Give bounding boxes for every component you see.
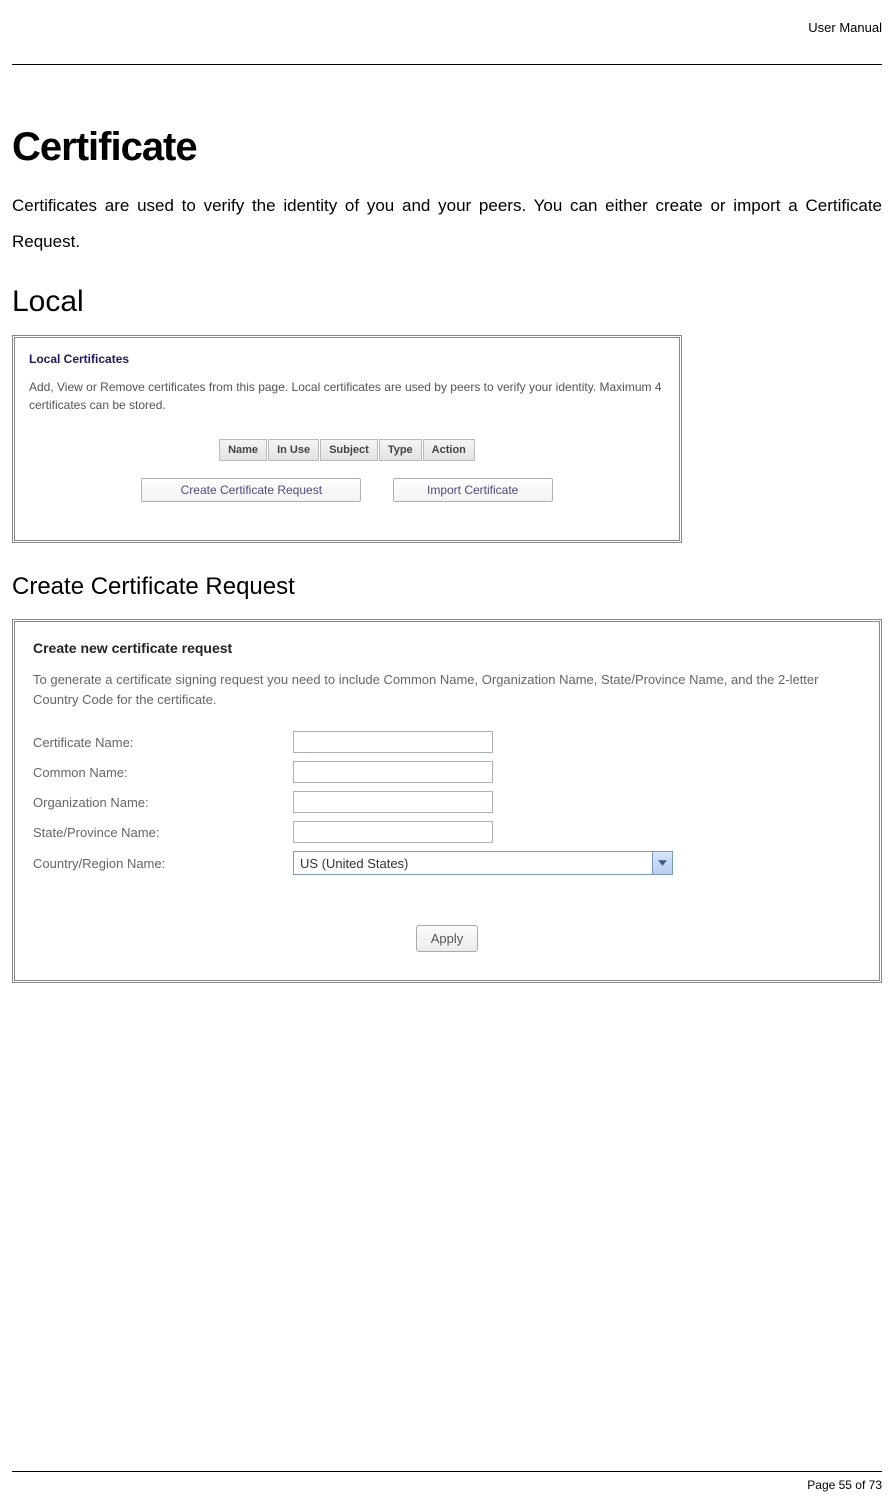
label-country-name: Country/Region Name: <box>33 856 293 871</box>
certificates-table: Name In Use Subject Type Action <box>218 438 476 462</box>
header-divider <box>12 64 882 65</box>
state-name-input[interactable] <box>293 821 493 843</box>
intro-text: Certificates are used to verify the iden… <box>12 188 882 259</box>
country-select[interactable]: US (United States) <box>293 851 673 875</box>
col-name: Name <box>219 439 267 461</box>
panel1-title: Local Certificates <box>29 352 665 366</box>
footer-divider <box>12 1471 882 1472</box>
page-title: Certificate <box>12 125 882 170</box>
label-org-name: Organization Name: <box>33 795 293 810</box>
create-cert-request-button[interactable]: Create Certificate Request <box>141 478 361 502</box>
col-subject: Subject <box>320 439 378 461</box>
label-cert-name: Certificate Name: <box>33 735 293 750</box>
panel1-desc: Add, View or Remove certificates from th… <box>29 378 665 414</box>
panel2-title: Create new certificate request <box>33 640 861 656</box>
label-state-name: State/Province Name: <box>33 825 293 840</box>
panel2-desc: To generate a certificate signing reques… <box>33 670 861 709</box>
col-action: Action <box>423 439 475 461</box>
section-local-heading: Local <box>12 285 882 319</box>
col-inuse: In Use <box>268 439 319 461</box>
organization-name-input[interactable] <box>293 791 493 813</box>
page-number: Page 55 of 73 <box>807 1478 882 1492</box>
import-cert-button[interactable]: Import Certificate <box>393 478 553 502</box>
certificate-name-input[interactable] <box>293 731 493 753</box>
common-name-input[interactable] <box>293 761 493 783</box>
country-select-value: US (United States) <box>300 856 408 871</box>
section-create-heading: Create Certificate Request <box>12 573 882 601</box>
label-common-name: Common Name: <box>33 765 293 780</box>
col-type: Type <box>379 439 422 461</box>
apply-button[interactable]: Apply <box>416 925 479 952</box>
local-certificates-panel: Local Certificates Add, View or Remove c… <box>12 335 682 543</box>
create-cert-request-panel: Create new certificate request To genera… <box>12 619 882 983</box>
chevron-down-icon <box>652 852 672 874</box>
header-label: User Manual <box>808 20 882 35</box>
